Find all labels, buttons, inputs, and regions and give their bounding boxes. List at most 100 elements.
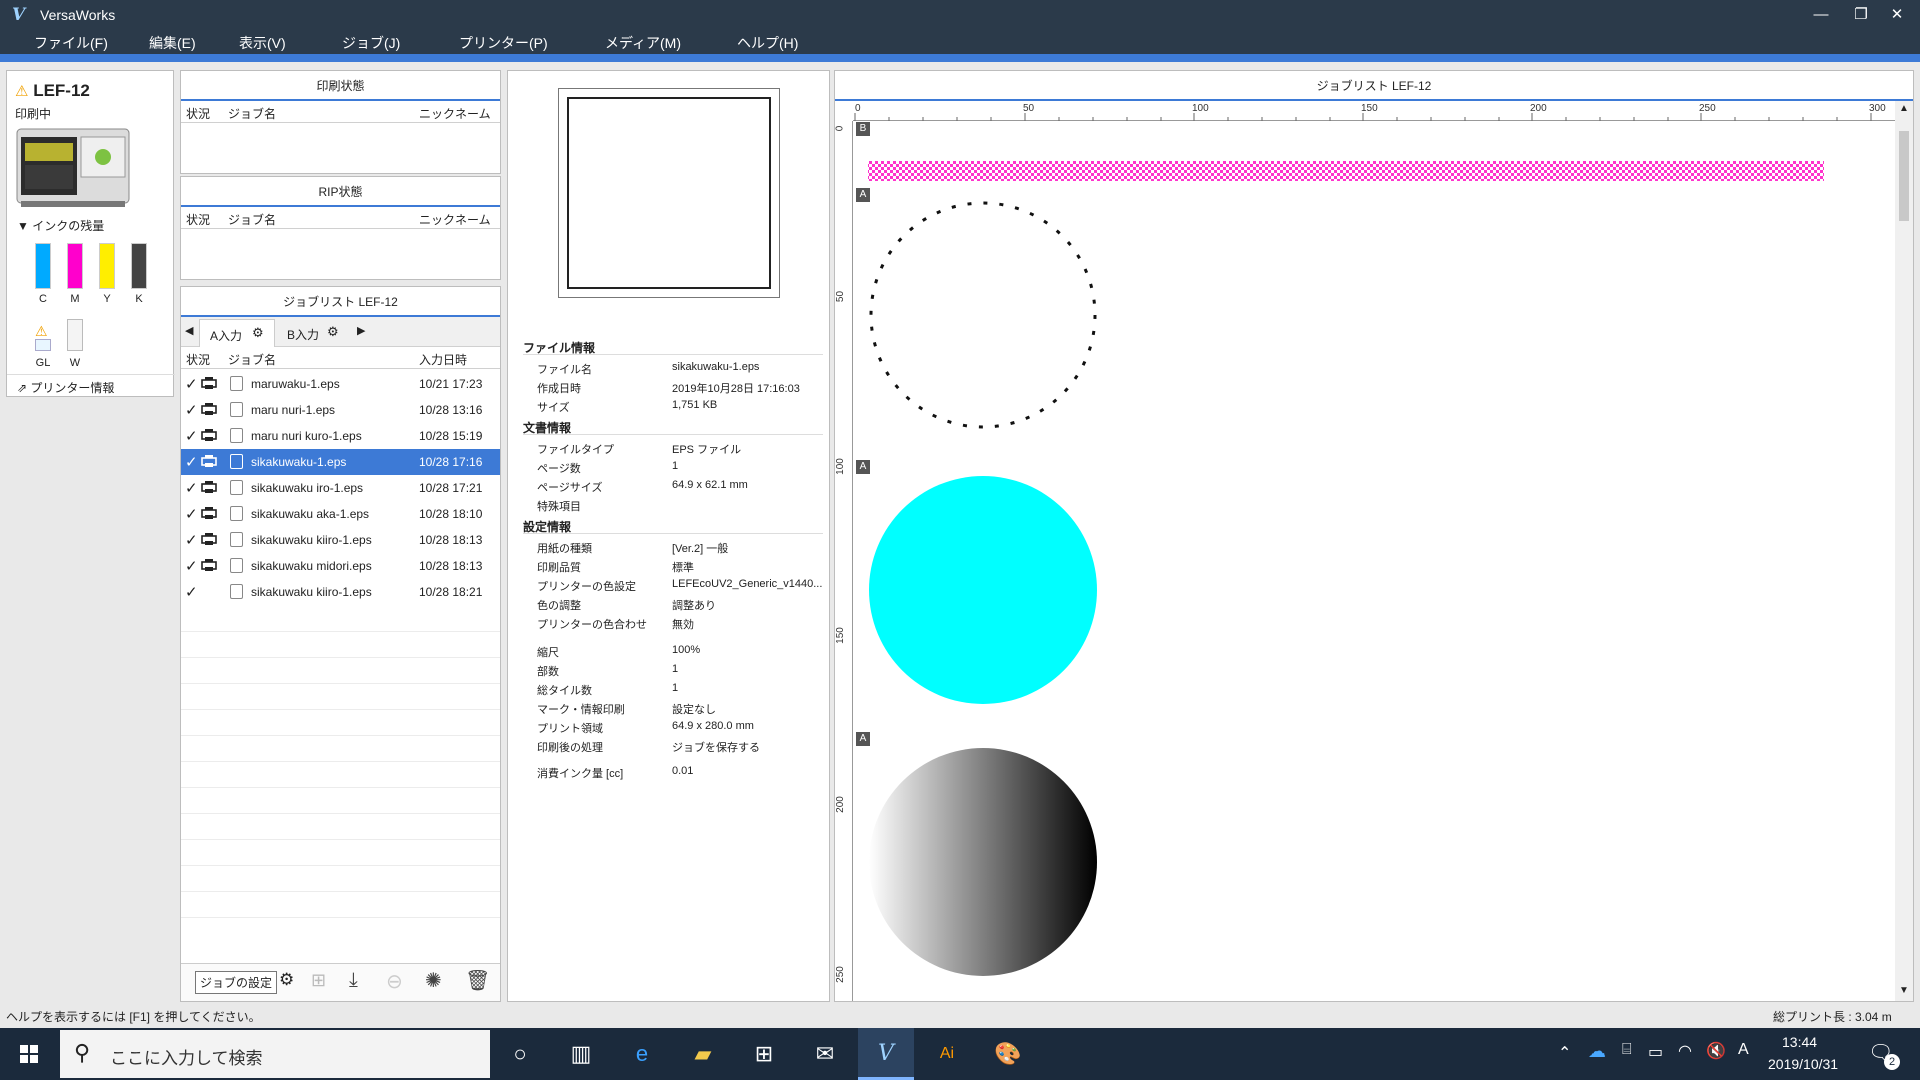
section-divider	[523, 533, 823, 534]
info-value: 1	[672, 682, 679, 694]
scrollbar-thumb[interactable]	[1899, 131, 1909, 221]
clock-time[interactable]: 13:44	[1782, 1034, 1817, 1050]
table-row[interactable]: ✓ maru nuri kuro-1.eps 10/28 15:19	[181, 423, 500, 449]
onedrive-icon[interactable]: ☁	[1588, 1041, 1606, 1062]
column-job-name[interactable]: ジョブ名	[228, 105, 276, 122]
job-list-title: ジョブリスト LEF-12	[181, 287, 500, 317]
column-status[interactable]: 状況	[186, 351, 210, 368]
gear-icon[interactable]: ⚙	[327, 324, 339, 340]
ruler-label: 200	[834, 796, 846, 813]
column-status[interactable]: 状況	[186, 211, 210, 228]
table-row[interactable]: ✓ sikakuwaku aka-1.eps 10/28 18:10	[181, 501, 500, 527]
magenta-strip	[868, 161, 1824, 181]
info-label: 総タイル数	[537, 685, 592, 697]
job-name: sikakuwaku kiiro-1.eps	[251, 533, 372, 547]
versaworks-logo-icon: V	[12, 5, 26, 25]
table-row[interactable]: ✓ maruwaku-1.eps 10/21 17:23	[181, 371, 500, 397]
info-label: ページ数	[537, 463, 581, 475]
check-icon: ✓	[185, 480, 198, 497]
chevron-up-icon[interactable]: ⌃	[1558, 1043, 1571, 1063]
task-view-icon[interactable]: ▥	[553, 1028, 609, 1080]
menu-media[interactable]: メディア(M)	[605, 33, 681, 53]
info-label: 用紙の種類	[537, 543, 592, 555]
printer-panel[interactable]: ⚠ LEF-12 印刷中 ▼ インクの残量 C M Y K ⚠ GL W ⇗ プ…	[6, 70, 175, 397]
taskbar-search-box[interactable]: ⚲ ここに入力して検索	[60, 1030, 490, 1078]
paint-icon[interactable]: 🎨	[980, 1028, 1036, 1080]
layout-canvas-panel[interactable]: ジョブリスト LEF-12 0 50 100 150 200 250 300 0…	[834, 70, 1914, 1002]
table-row[interactable]: ✓ sikakuwaku kiiro-1.eps 10/28 18:13	[181, 527, 500, 553]
tab-queue-b[interactable]: B入力 ⚙	[279, 319, 351, 347]
info-label: 作成日時	[537, 383, 581, 395]
volume-muted-icon[interactable]: 🔇	[1706, 1041, 1726, 1061]
trash-icon[interactable]: 🗑	[465, 968, 490, 993]
menu-help[interactable]: ヘルプ(H)	[737, 33, 798, 53]
mail-icon[interactable]: ✉	[797, 1028, 853, 1080]
document-icon	[230, 584, 243, 599]
printer-image-icon	[16, 128, 130, 207]
file-explorer-icon[interactable]: ▰	[675, 1028, 731, 1080]
document-icon	[230, 428, 243, 443]
check-icon: ✓	[185, 506, 198, 523]
menu-printer[interactable]: プリンター(P)	[459, 33, 548, 53]
print-canvas[interactable]: B A A A	[854, 122, 1894, 1000]
illustrator-icon[interactable]: Ai	[919, 1028, 975, 1080]
ink-level-header[interactable]: ▼ インクの残量	[17, 217, 104, 234]
tile-icon[interactable]: ⊞	[311, 970, 326, 991]
table-row[interactable]: ✓ sikakuwaku iro-1.eps 10/28 17:21	[181, 475, 500, 501]
tab-queue-a[interactable]: A入力 ⚙	[199, 319, 275, 347]
ruler-label: 0	[834, 125, 846, 132]
edge-browser-icon[interactable]: e	[614, 1028, 670, 1080]
printer-name-row: ⚠ LEF-12	[15, 81, 90, 101]
table-row[interactable]: ✓ sikakuwaku kiiro-1.eps 10/28 18:21	[181, 579, 500, 605]
column-status[interactable]: 状況	[186, 105, 210, 122]
table-row-selected[interactable]: ✓ sikakuwaku-1.eps 10/28 17:16	[181, 449, 500, 475]
menu-edit[interactable]: 編集(E)	[149, 33, 196, 53]
windows-start-icon[interactable]	[0, 1028, 58, 1080]
vertical-scrollbar[interactable]: ▲ ▼	[1895, 101, 1913, 1001]
rip-status-panel: RIP状態 状況 ジョブ名 ニックネーム	[180, 176, 501, 280]
ink-label-y: Y	[103, 293, 111, 305]
windows-taskbar: ⚲ ここに入力して検索 ○ ▥ e ▰ ⊞ ✉ V Ai 🎨 ⌃ ☁ ⌸ ▭ ◠…	[0, 1028, 1920, 1080]
column-input-date[interactable]: 入力日時	[419, 351, 467, 368]
table-row[interactable]: ✓ sikakuwaku midori.eps 10/28 18:13	[181, 553, 500, 579]
wifi-icon[interactable]: ◠	[1678, 1041, 1692, 1061]
job-date: 10/28 18:10	[419, 507, 483, 521]
column-nickname[interactable]: ニックネーム	[419, 211, 491, 228]
processing-icon[interactable]: ✺	[425, 968, 442, 993]
ink-label-gl: GL	[35, 357, 51, 369]
info-value: 設定なし	[672, 704, 716, 716]
download-icon[interactable]: ⤓	[349, 969, 358, 992]
menu-view[interactable]: 表示(V)	[239, 33, 286, 53]
info-value: 64.9 x 280.0 mm	[672, 720, 754, 732]
ime-icon[interactable]: A	[1738, 1041, 1749, 1059]
menu-file[interactable]: ファイル(F)	[34, 33, 108, 53]
column-job-name[interactable]: ジョブ名	[228, 351, 276, 368]
menu-job[interactable]: ジョブ(J)	[342, 33, 400, 53]
job-name: maruwaku-1.eps	[251, 377, 340, 391]
warning-icon: ⚠	[15, 83, 29, 100]
stop-icon[interactable]: ⊖	[386, 969, 403, 994]
job-info-panel: ファイル情報 ファイル名 sikakuwaku-1.eps 作成日時 2019年…	[507, 70, 830, 1002]
usb-icon[interactable]: ⌸	[1622, 1041, 1632, 1059]
tab-scroll-right-icon[interactable]: ▶	[357, 324, 365, 337]
battery-icon[interactable]: ▭	[1648, 1042, 1663, 1062]
close-button[interactable]: ✕	[1874, 0, 1920, 30]
scroll-down-icon[interactable]: ▼	[1899, 985, 1909, 996]
job-settings-tooltip: ジョブの設定	[195, 971, 278, 994]
printer-info-link[interactable]: ⇗ プリンター情報	[7, 374, 175, 397]
table-row[interactable]: ✓ maru nuri-1.eps 10/28 13:16	[181, 397, 500, 423]
rip-status-columns: 状況 ジョブ名 ニックネーム	[181, 207, 500, 229]
gear-icon[interactable]: ⚙	[252, 325, 264, 341]
job-settings-icon[interactable]: ⚙	[279, 970, 294, 990]
info-label: ファイルタイプ	[537, 444, 614, 456]
cortana-icon[interactable]: ○	[492, 1028, 548, 1080]
scroll-up-icon[interactable]: ▲	[1899, 103, 1909, 114]
tab-scroll-left-icon[interactable]: ◀	[185, 324, 193, 337]
versaworks-taskbar-icon[interactable]: V	[858, 1028, 914, 1080]
column-nickname[interactable]: ニックネーム	[419, 105, 491, 122]
clock-date[interactable]: 2019/10/31	[1768, 1056, 1838, 1072]
store-icon[interactable]: ⊞	[736, 1028, 792, 1080]
job-list-columns: 状況 ジョブ名 入力日時	[181, 347, 500, 369]
info-label: 特殊項目	[537, 501, 581, 513]
column-job-name[interactable]: ジョブ名	[228, 211, 276, 228]
